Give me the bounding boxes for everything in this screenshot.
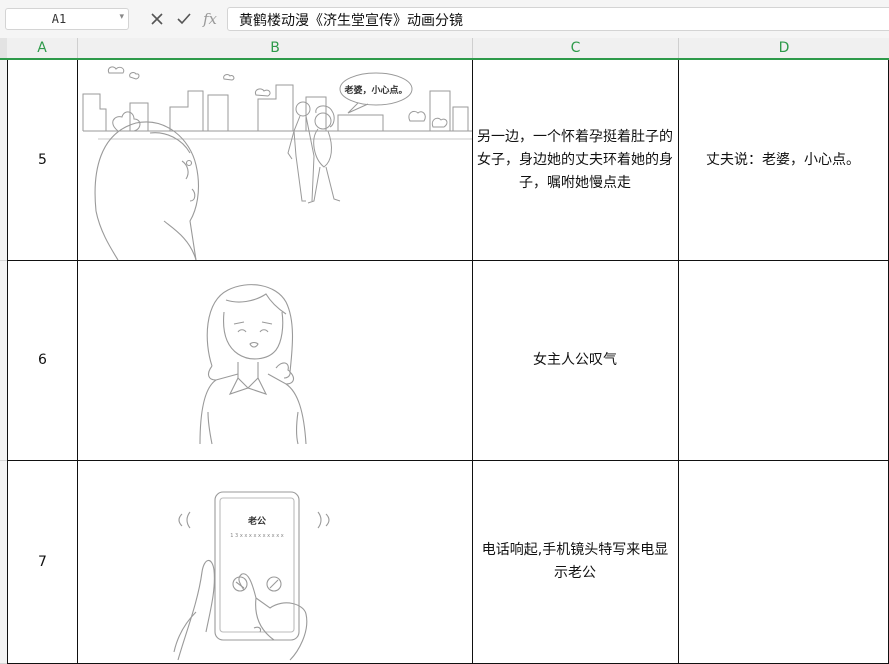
- scene-description-cell[interactable]: 电话响起,手机镜头特写来电显示老公: [472, 461, 679, 664]
- scene-dialogue-cell[interactable]: [678, 261, 889, 461]
- caller-number-text: 1 3 x x x x x x x x x x: [230, 533, 283, 539]
- scene-number-cell[interactable]: 5: [7, 60, 78, 261]
- row-stub[interactable]: [0, 261, 7, 461]
- row-stub[interactable]: [0, 461, 7, 664]
- row-stub[interactable]: [0, 60, 7, 261]
- cell-reference: A1: [51, 12, 67, 26]
- column-header-c[interactable]: C: [473, 38, 679, 58]
- formula-bar: A1 ▾ fx 黄鹤楼动漫《济生堂宣传》动画分镜: [0, 0, 889, 38]
- scene-number-cell[interactable]: 7: [7, 461, 78, 664]
- storyboard-sketch-sighing: [198, 283, 307, 444]
- storyboard-image-cell[interactable]: 老公 1 3 x x x x x x x x x x: [77, 461, 473, 664]
- column-header-a[interactable]: A: [7, 38, 78, 58]
- column-header-row: A B C D: [0, 38, 889, 60]
- chevron-down-icon[interactable]: ▾: [119, 12, 124, 22]
- cancel-icon[interactable]: [147, 8, 167, 30]
- table-row: 6 女主人公叹气: [0, 261, 889, 461]
- scene-number-cell[interactable]: 6: [7, 261, 78, 461]
- scene-dialogue-cell[interactable]: 丈夫说：老婆，小心点。: [678, 60, 889, 261]
- storyboard-sketch-phone: 老公 1 3 x x x x x x x x x x: [172, 490, 330, 660]
- table-row: 7 老公 1 3 x x x x x x x x x x 电话响起,手机镜头特写…: [0, 461, 889, 664]
- select-all-corner[interactable]: [0, 38, 7, 58]
- storyboard-sketch-street: 老婆，小心点。: [82, 65, 472, 260]
- formula-input[interactable]: 黄鹤楼动漫《济生堂宣传》动画分镜: [227, 7, 889, 31]
- name-box[interactable]: A1 ▾: [5, 8, 129, 30]
- storyboard-image-cell[interactable]: [77, 261, 473, 461]
- scene-dialogue-cell[interactable]: [678, 461, 889, 664]
- sheet-grid: 5 老婆，小心点。 另一边，一个怀着孕挺着肚子的女子，身边她的丈夫环着她的身子，…: [0, 60, 889, 664]
- column-header-d[interactable]: D: [679, 38, 889, 58]
- speech-bubble-text: 老婆，小心点。: [343, 84, 407, 96]
- scene-description-cell[interactable]: 女主人公叹气: [472, 261, 679, 461]
- insert-function-icon[interactable]: fx: [200, 8, 220, 30]
- caller-name-text: 老公: [246, 515, 265, 527]
- scene-description-cell[interactable]: 另一边，一个怀着孕挺着肚子的女子，身边她的丈夫环着她的身子，嘱咐她慢点走: [472, 60, 679, 261]
- confirm-icon[interactable]: [174, 8, 194, 30]
- table-row: 5 老婆，小心点。 另一边，一个怀着孕挺着肚子的女子，身边她的丈夫环着她的身子，…: [0, 60, 889, 261]
- storyboard-image-cell[interactable]: 老婆，小心点。: [77, 60, 473, 261]
- column-header-b[interactable]: B: [78, 38, 473, 58]
